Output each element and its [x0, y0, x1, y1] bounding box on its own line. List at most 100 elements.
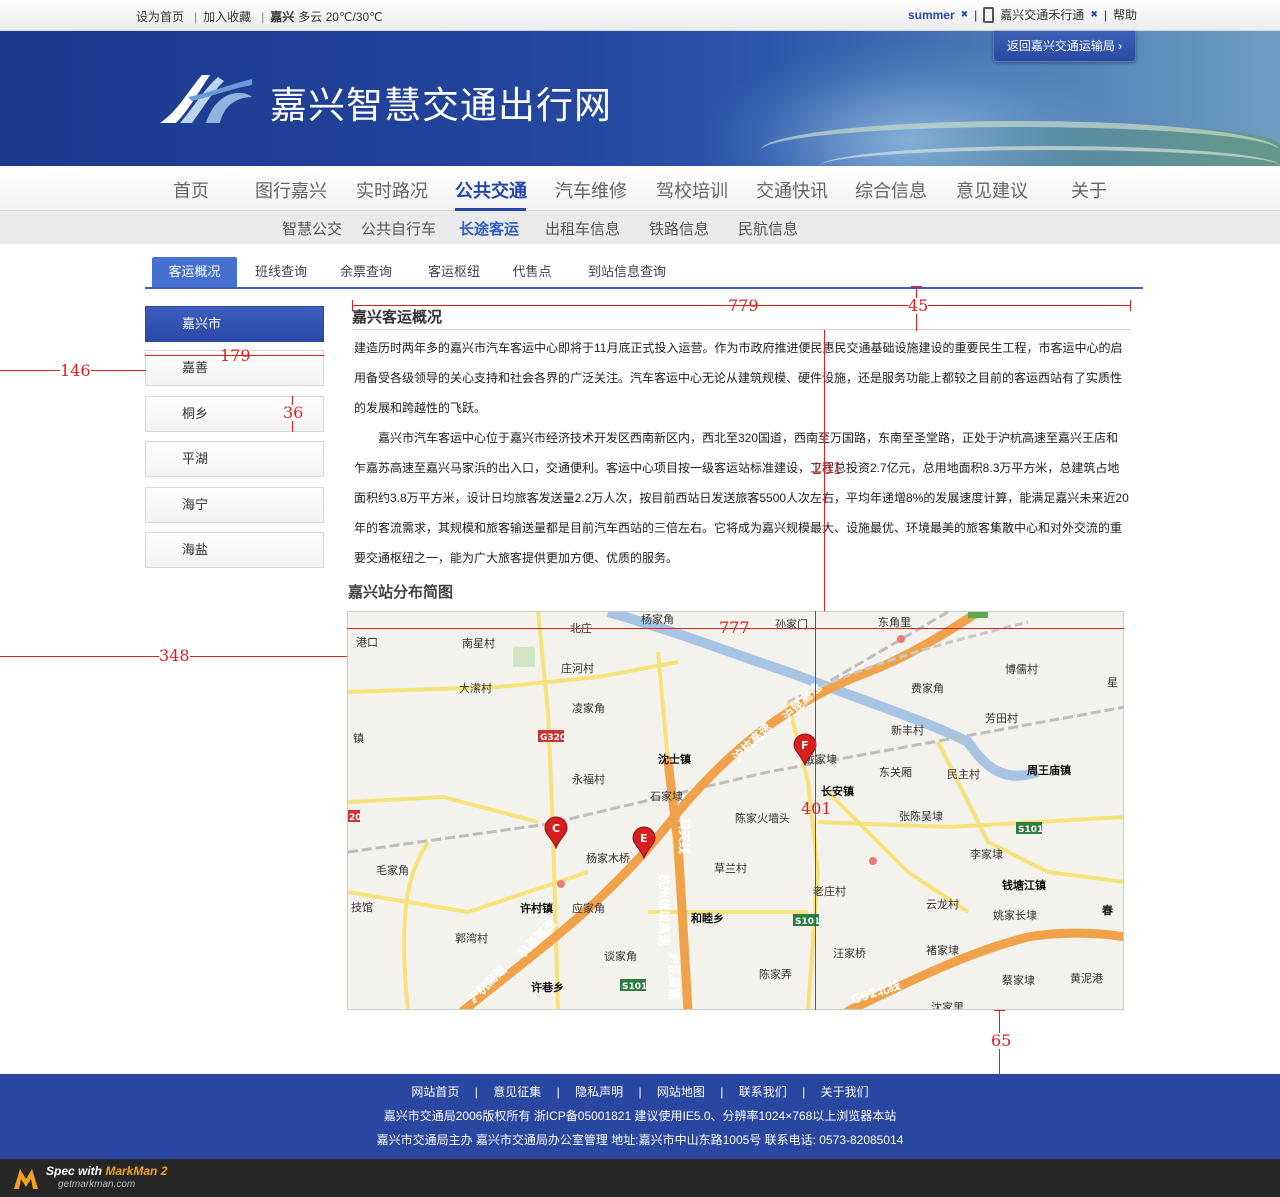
content-paragraph: 嘉兴市汽车客运中心位于嘉兴市经济技术开发区西南新区内，西北至320国道，西南至万…: [354, 431, 1129, 565]
map-place-label: 博儒村: [1005, 662, 1038, 676]
measure-tick: [352, 300, 353, 311]
nav-item-news[interactable]: 交通快讯: [756, 177, 828, 203]
side-item-haiyan[interactable]: 海盐: [145, 532, 324, 568]
highway-label: 沪昆高速: [667, 952, 682, 1000]
measure-label: 401: [801, 799, 832, 818]
footer-link-privacy[interactable]: 隐私声明: [575, 1085, 623, 1099]
nav-item-traffic[interactable]: 实时路况: [356, 177, 428, 203]
main-nav: 首页 图行嘉兴 实时路况 公共交通 汽车维修 驾校培训 交通快讯 综合信息 意见…: [0, 166, 1280, 211]
measure-label: 45: [908, 296, 929, 315]
side-item-pinghu[interactable]: 平湖: [145, 441, 324, 477]
map-place-label: 毛家角: [376, 863, 409, 877]
map-place-label: 钱塘江镇: [1002, 878, 1046, 892]
map-place-label: 周王庙镇: [1027, 763, 1071, 777]
divider: |: [474, 1085, 478, 1099]
footer-link-sitemap[interactable]: 网站地图: [657, 1085, 705, 1099]
divider: |: [194, 10, 198, 24]
nav-item-suggestions[interactable]: 意见建议: [956, 177, 1028, 203]
nav-item-car-repair[interactable]: 汽车维修: [555, 177, 627, 203]
tab-arrival-query[interactable]: 到站信息查询: [577, 257, 677, 287]
map-place-label: 云龙村: [926, 897, 959, 911]
map-place-label: 大潆村: [459, 681, 492, 695]
map-place-label: 汪家桥: [833, 946, 866, 960]
footer-links: 网站首页 | 意见征集 | 隐私声明 | 网站地图 | 联系我们 | 关于我们: [0, 1083, 1280, 1100]
footer-contact: 嘉兴市交通局主办 嘉兴市交通局办公室管理 地址:嘉兴市中山东路1005号 联系电…: [376, 1133, 904, 1147]
map-place-label: 老庄村: [813, 884, 846, 898]
map-place-label: 杨家角: [641, 612, 674, 626]
map-place-label: 永福村: [572, 772, 605, 786]
subnav-item-coach[interactable]: 长途客运: [459, 218, 519, 239]
map-place-label: 谈家角: [604, 949, 637, 963]
subnav-item-aviation[interactable]: 民航信息: [738, 218, 798, 239]
map-place-label: 沈家里: [931, 1000, 964, 1010]
map-place-label: 长安镇: [821, 784, 854, 798]
map-canvas[interactable]: G320 S101 S101 S101 20 沪杭高速 沪昆高速 杭州绕城高速 …: [348, 612, 1124, 1010]
divider: |: [556, 1085, 560, 1099]
map-place-label: 沈士镇: [658, 752, 691, 766]
footer-link-about[interactable]: 关于我们: [821, 1085, 869, 1099]
measure-tick: [994, 1010, 1005, 1011]
help-link[interactable]: 帮助: [1113, 6, 1137, 23]
road-label: S101: [1018, 825, 1043, 835]
divider: |: [1103, 7, 1107, 22]
map-title: 嘉兴站分布简图: [348, 584, 454, 601]
tab-agencies[interactable]: 代售点: [501, 257, 563, 287]
site-logo-icon[interactable]: [158, 71, 254, 127]
divider: |: [720, 1085, 724, 1099]
map-place-label: 星: [1107, 676, 1118, 689]
nav-item-map[interactable]: 图行嘉兴: [255, 177, 327, 203]
svg-text:F: F: [801, 739, 809, 752]
nav-item-about[interactable]: 关于: [1071, 177, 1107, 203]
city-name[interactable]: 嘉兴: [270, 10, 294, 24]
tab-overview[interactable]: 客运概况: [152, 257, 237, 287]
close-icon[interactable]: ✖: [1090, 9, 1098, 20]
map-place-label: 东关厢: [879, 765, 912, 779]
side-item-jiaxing[interactable]: 嘉兴市: [145, 306, 324, 342]
map-place-label: 港口: [356, 636, 378, 649]
map-place-label: 许村镇: [520, 901, 553, 915]
close-icon[interactable]: ✖: [961, 9, 969, 20]
divider: |: [802, 1085, 806, 1099]
nav-item-info[interactable]: 综合信息: [855, 177, 927, 203]
map-place-label: 郭湾村: [455, 931, 488, 945]
add-favorite-link[interactable]: 加入收藏: [203, 10, 251, 24]
svg-text:E: E: [640, 832, 648, 845]
map-place-label: 庄河村: [561, 661, 594, 675]
nav-item-public-transport[interactable]: 公共交通: [455, 177, 527, 203]
subnav-item-rail[interactable]: 铁路信息: [649, 218, 709, 239]
subnav-item-taxi[interactable]: 出租车信息: [545, 218, 620, 239]
divider: |: [638, 1085, 642, 1099]
map-place-label: 和睦乡: [691, 911, 724, 925]
tab-route-query[interactable]: 班线查询: [245, 257, 317, 287]
tab-hubs[interactable]: 客运枢纽: [417, 257, 491, 287]
markman-bar: Spec with MarkMan 2 getmarkman.com: [0, 1159, 1280, 1197]
subnav-item-smart-bus[interactable]: 智慧公交: [282, 218, 342, 239]
divider: |: [261, 10, 265, 24]
footer-link-contact[interactable]: 联系我们: [739, 1085, 787, 1099]
map-place-label: 技馆: [351, 900, 373, 914]
highway-label: 杭州绕城高速: [657, 874, 672, 946]
nav-item-home[interactable]: 首页: [173, 177, 209, 203]
map-place-label: 凌家角: [572, 701, 605, 715]
tab-ticket-query[interactable]: 余票查询: [330, 257, 402, 287]
footer-link-home[interactable]: 网站首页: [411, 1085, 459, 1099]
station-map[interactable]: G320 S101 S101 S101 20 沪杭高速 沪昆高速 杭州绕城高速 …: [347, 611, 1124, 1010]
measure-label: 281: [812, 459, 843, 478]
return-button[interactable]: 返回嘉兴交通运输局 ›: [993, 31, 1136, 62]
top-bar: 设为首页 | 加入收藏 | 嘉兴 多云 20℃/30℃ summer ✖ | 嘉兴交通禾行…: [0, 0, 1280, 31]
user-name[interactable]: summer: [908, 8, 955, 22]
side-item-haining[interactable]: 海宁: [145, 487, 324, 523]
nav-item-driving-school[interactable]: 驾校培训: [656, 177, 728, 203]
svg-text:C: C: [552, 822, 560, 835]
markman-prefix: Spec with: [46, 1164, 106, 1178]
set-home-link[interactable]: 设为首页: [136, 10, 184, 24]
footer-link-feedback[interactable]: 意见征集: [493, 1085, 541, 1099]
road-label: S101: [622, 982, 647, 992]
map-place-label: 许巷乡: [531, 980, 564, 994]
app-link[interactable]: 嘉兴交通禾行通: [1000, 6, 1084, 23]
map-place-label: 杨家木桥: [586, 851, 630, 865]
map-place-label: 陈家火墙头: [735, 811, 790, 825]
measure-label: 779: [728, 296, 759, 315]
subnav-item-bike[interactable]: 公共自行车: [361, 218, 436, 239]
map-place-label: 陈家弄: [759, 967, 792, 981]
